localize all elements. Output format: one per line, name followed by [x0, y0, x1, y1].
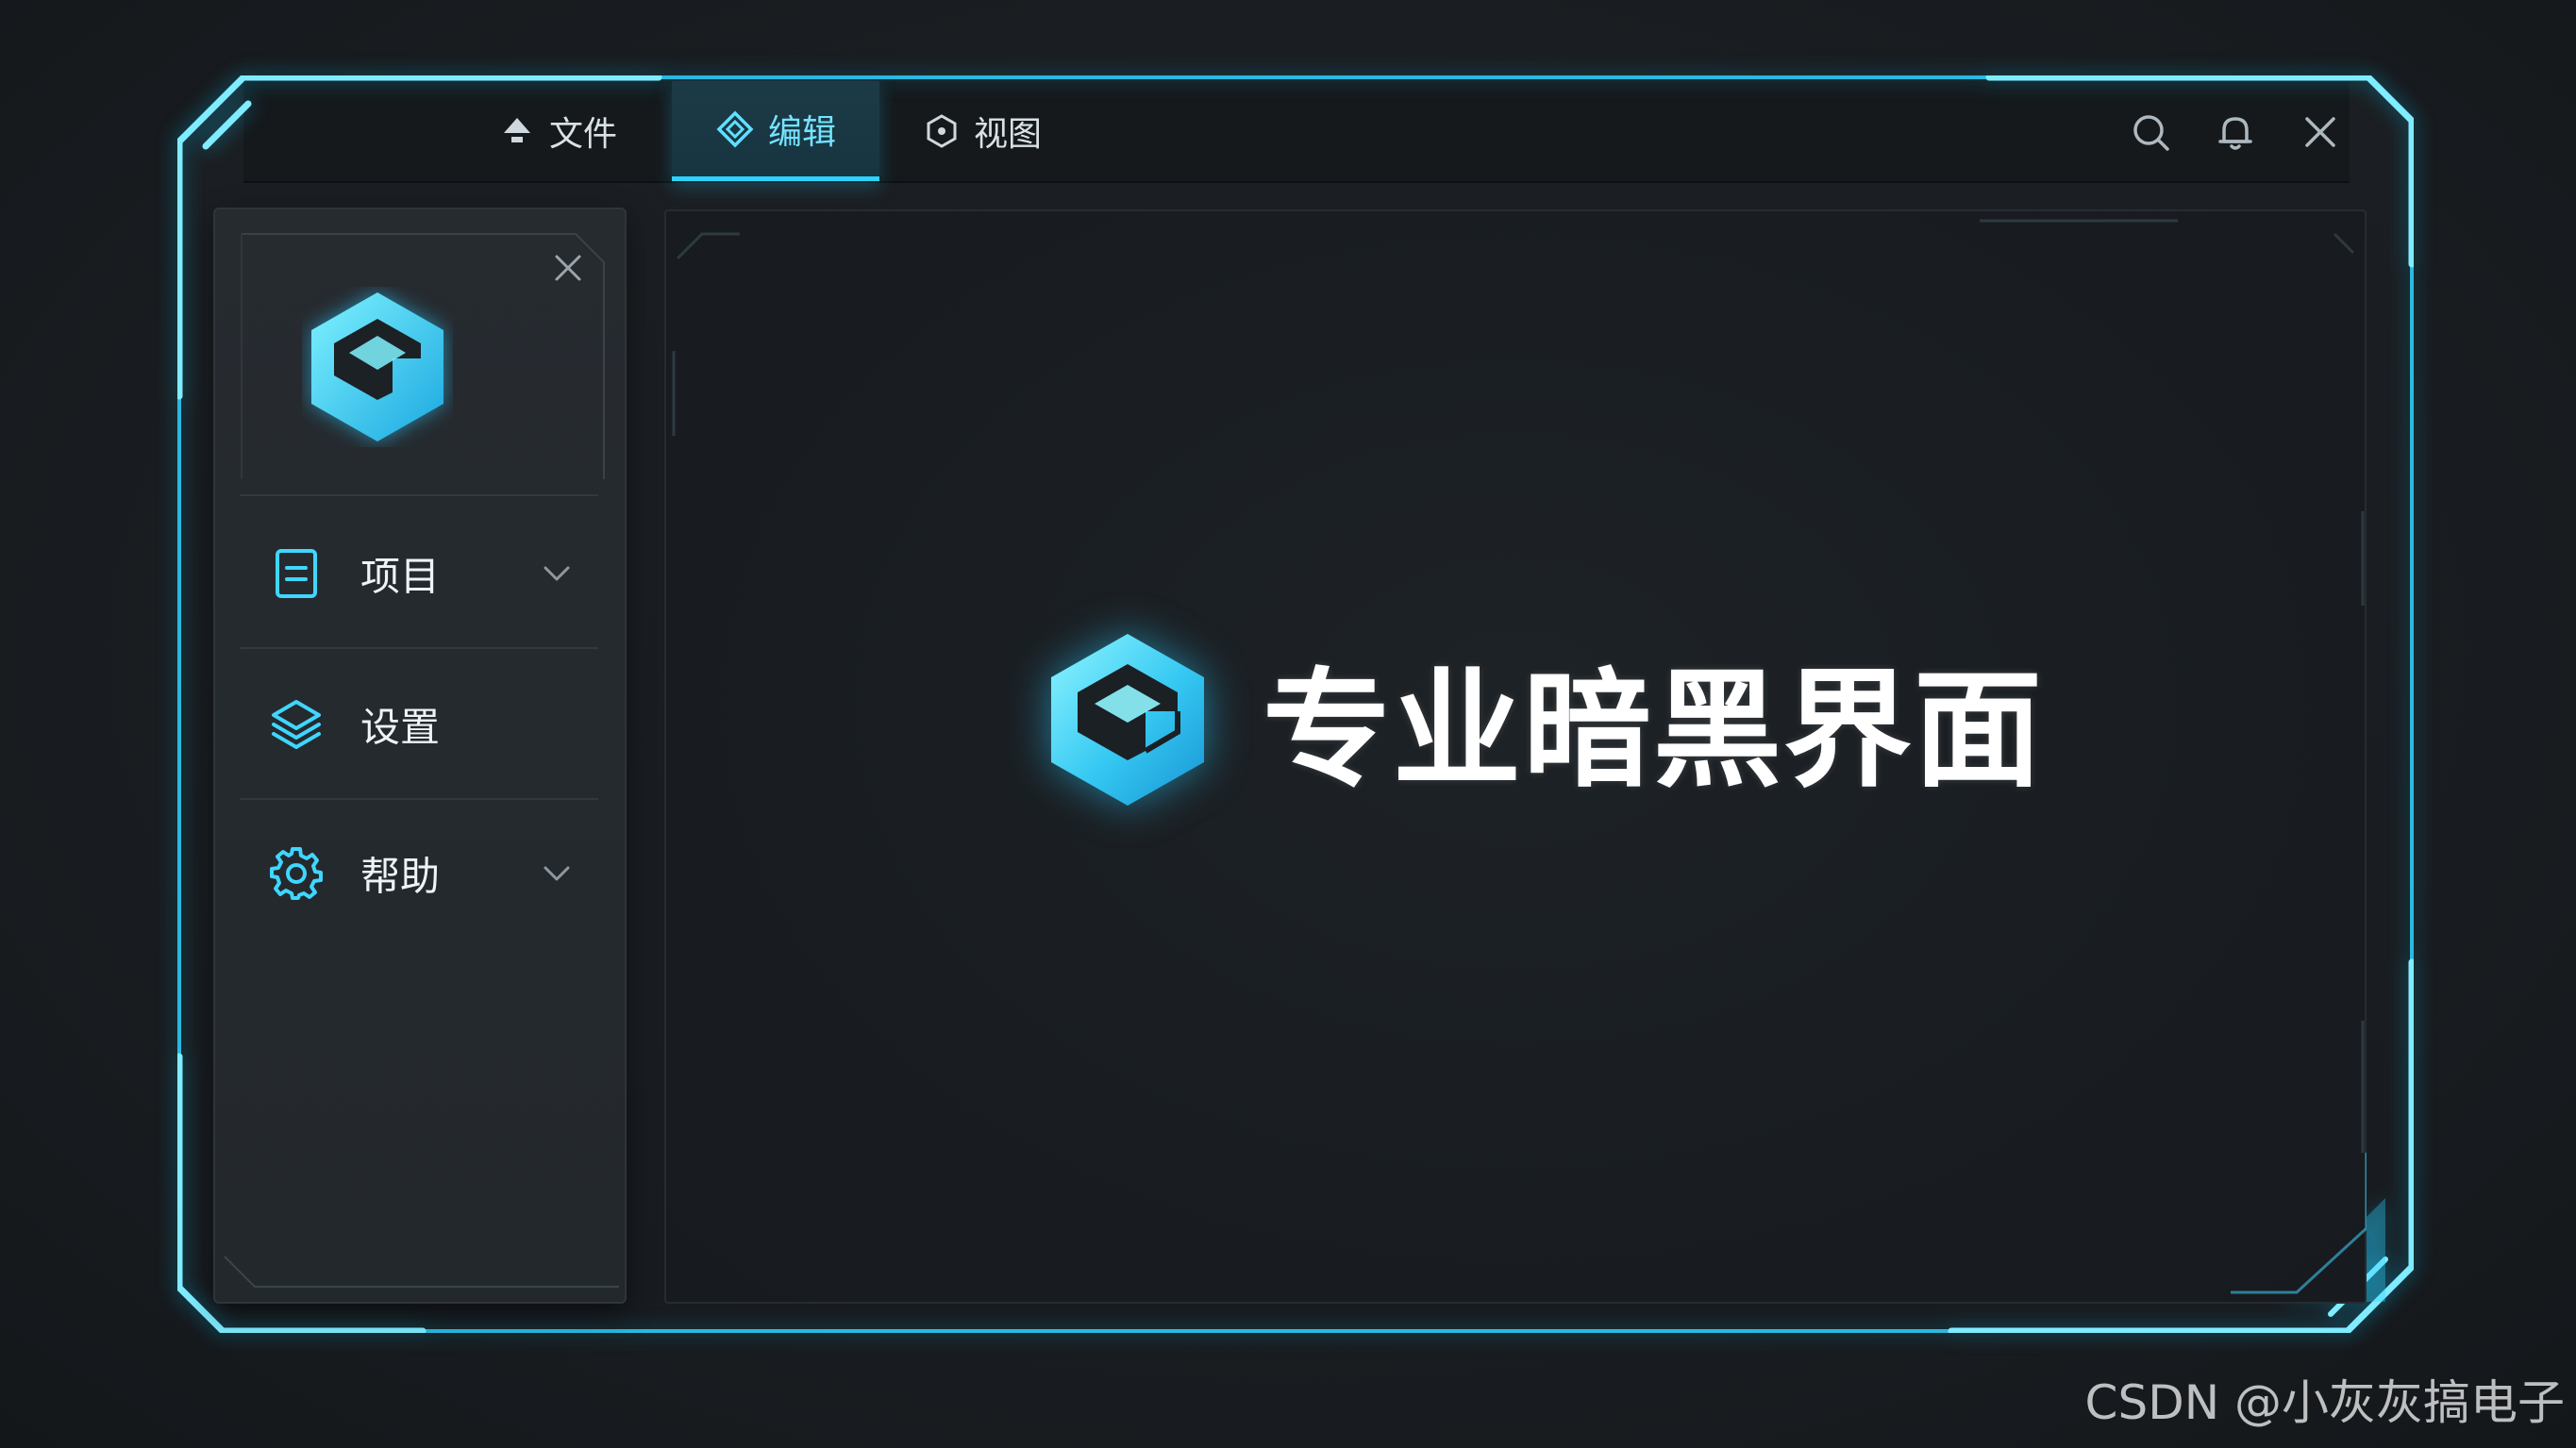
sidebar-close-icon[interactable] [551, 251, 585, 285]
tab-view[interactable]: 视图 [923, 81, 1042, 181]
document-icon [276, 549, 317, 598]
sidebar-divider [240, 647, 598, 649]
close-icon[interactable] [2300, 111, 2341, 153]
tab-edit-label: 编辑 [767, 112, 836, 152]
sidebar-item-label: 帮助 [360, 853, 441, 900]
sidebar-item-settings[interactable]: 设置 [240, 651, 598, 798]
sidebar-item-label: 设置 [360, 704, 441, 751]
sidebar-hex-cube-logo-icon [311, 292, 443, 441]
upload-arrow-icon [504, 118, 530, 142]
hero-title: 专业暗黑界面 [1263, 657, 2044, 806]
diamond-layers-icon [716, 110, 754, 147]
sidebar-item-label: 项目 [360, 553, 441, 600]
bell-icon[interactable] [2215, 111, 2256, 153]
sidebar-item-help[interactable]: 帮助 [240, 800, 598, 947]
gear-icon [270, 847, 323, 900]
sidebar-corner-decoration [224, 1256, 619, 1288]
chevron-down-icon[interactable] [540, 857, 574, 890]
hero: 专业暗黑界面 [1045, 626, 2044, 812]
hexagon-eye-icon [927, 114, 957, 148]
layers-icon [272, 700, 321, 749]
hex-cube-logo-icon [1051, 633, 1204, 806]
chevron-down-icon[interactable] [540, 557, 574, 591]
sidebar-item-project[interactable]: 项目 [240, 500, 598, 647]
tab-view-label: 视图 [974, 115, 1043, 154]
tab-file-label: 文件 [549, 115, 618, 154]
watermark: CSDN @小灰灰搞电子 [2084, 1375, 2565, 1430]
tab-file[interactable]: 文件 [498, 81, 617, 181]
tab-edit[interactable]: 编辑 [672, 81, 879, 181]
search-icon[interactable] [2130, 111, 2171, 153]
sidebar-divider [240, 494, 598, 496]
